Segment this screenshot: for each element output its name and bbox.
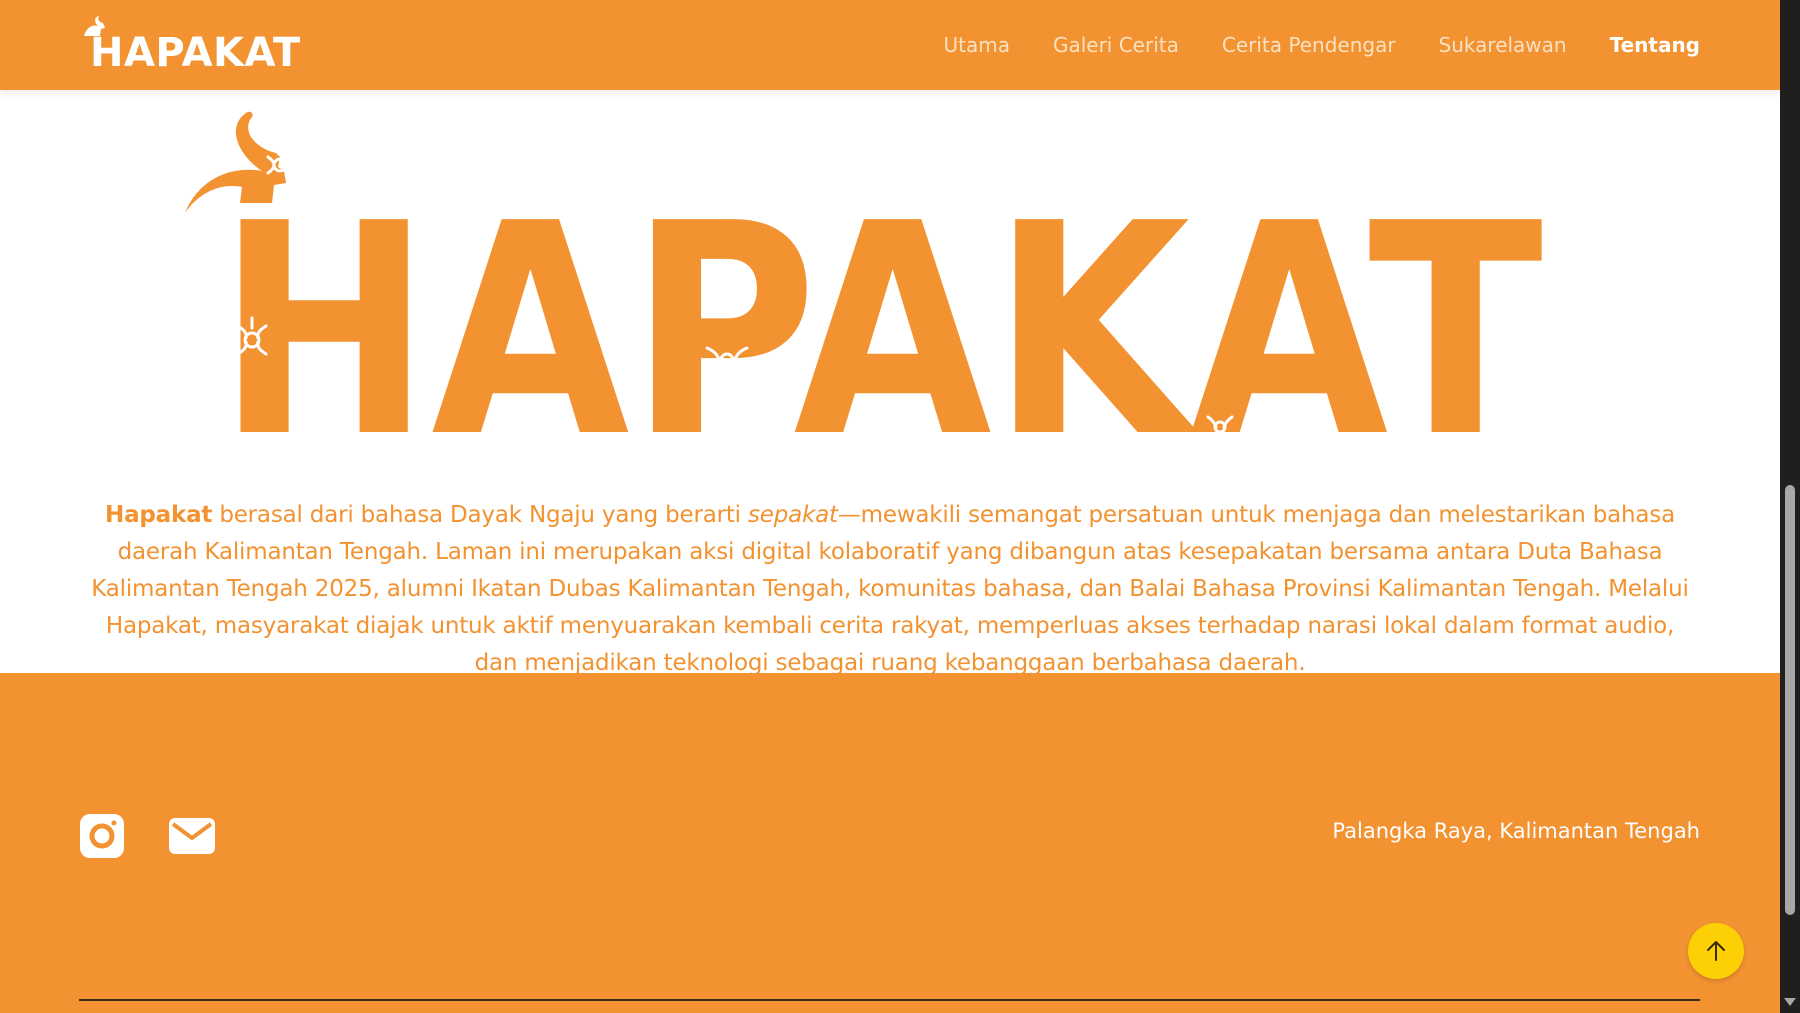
main-nav: Utama Galeri Cerita Cerita Pendengar Suk… [943,0,1700,90]
about-highlight: Hapakat [105,502,213,528]
scroll-to-top-button[interactable] [1688,923,1744,979]
site-footer: Palangka Raya, Kalimantan Tengah [0,673,1780,1013]
nav-item-utama[interactable]: Utama [943,33,1009,57]
nav-item-tentang[interactable]: Tentang [1610,33,1700,57]
email-link[interactable] [168,813,216,859]
hero-wordmark-text: HAPAKAT [217,161,1544,445]
brand-logo[interactable]: HAPAKAT [78,12,301,76]
mail-icon [169,818,215,854]
nav-item-galeri-cerita[interactable]: Galeri Cerita [1053,33,1179,57]
arrow-up-icon [1707,941,1725,961]
page: HAPAKAT Utama Galeri Cerita Cerita Pende… [0,0,1780,1013]
site-header: HAPAKAT Utama Galeri Cerita Cerita Pende… [0,0,1780,90]
about-text-part-2: —mewakili semangat persatuan untuk menja… [91,502,1689,676]
hero-wordmark: HAPAKAT [180,105,1593,501]
scrollbar-thumb[interactable] [1785,485,1795,915]
about-text-part-1: berasal dari bahasa Dayak Ngaju yang ber… [212,502,748,528]
brand-wordmark: HAPAKAT [90,30,301,76]
nav-item-sukarelawan[interactable]: Sukarelawan [1439,33,1567,57]
footer-divider [79,999,1700,1001]
instagram-icon [80,814,124,858]
instagram-link[interactable] [79,813,125,859]
hapakat-logo-graphic: HAPAKAT [185,111,1593,501]
scroll-down-arrow-icon[interactable] [1784,998,1796,1006]
footer-location: Palangka Raya, Kalimantan Tengah [1332,819,1700,843]
about-italic-term: sepakat [747,502,838,528]
nav-item-cerita-pendengar[interactable]: Cerita Pendengar [1222,33,1396,57]
about-paragraph: Hapakat berasal dari bahasa Dayak Ngaju … [90,497,1690,682]
vertical-scrollbar[interactable] [1780,0,1800,1013]
